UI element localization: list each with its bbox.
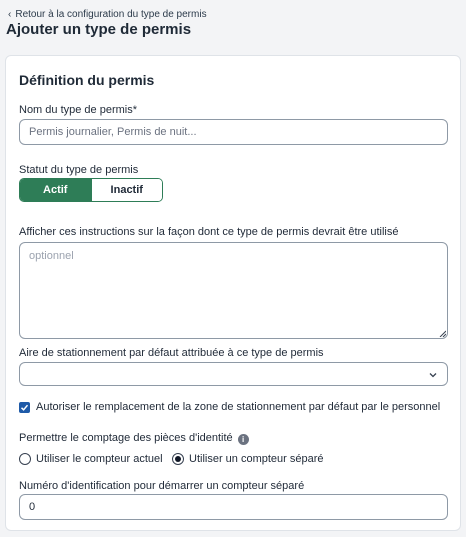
chevron-down-icon	[429, 373, 437, 378]
radio-selected-dot	[175, 456, 181, 462]
permit-name-input[interactable]	[19, 119, 448, 145]
info-icon[interactable]: i	[237, 434, 249, 445]
radio-current-counter-label: Utiliser le compteur actuel	[36, 453, 163, 465]
id-counting-label-row: Permettre le comptage des pièces d'ident…	[19, 432, 249, 445]
permit-definition-card: Définition du permis Nom du type de perm…	[5, 55, 461, 531]
status-active-button[interactable]: Actif	[20, 179, 91, 201]
radio-separate-counter-label: Utiliser un compteur séparé	[189, 453, 324, 465]
instructions-label: Afficher ces instructions sur la façon d…	[19, 226, 399, 238]
status-inactive-button[interactable]: Inactif	[90, 179, 162, 201]
page-title: Ajouter un type de permis	[6, 21, 192, 38]
back-link[interactable]: ‹ Retour à la configuration du type de p…	[8, 9, 207, 20]
radio-separate-counter[interactable]: Utiliser un compteur séparé	[172, 453, 324, 465]
status-label: Statut du type de permis	[19, 164, 139, 176]
start-number-label: Numéro d'identification pour démarrer un…	[19, 480, 305, 492]
radio-current-counter-circle[interactable]	[19, 453, 31, 465]
default-area-select[interactable]	[19, 362, 448, 386]
default-area-label: Aire de stationnement par défaut attribu…	[19, 347, 324, 359]
id-counting-label: Permettre le comptage des pièces d'ident…	[19, 432, 233, 444]
instructions-textarea[interactable]	[19, 242, 448, 339]
chevron-left-icon: ‹	[8, 8, 12, 20]
card-title: Définition du permis	[19, 72, 155, 88]
radio-current-counter[interactable]: Utiliser le compteur actuel	[19, 453, 163, 465]
radio-separate-counter-circle[interactable]	[172, 453, 184, 465]
status-toggle: Actif Inactif	[19, 178, 163, 202]
allow-override-row: Autoriser le remplacement de la zone de …	[19, 401, 440, 413]
start-number-input[interactable]	[19, 494, 448, 520]
back-link-label: Retour à la configuration du type de per…	[15, 9, 207, 20]
allow-override-label: Autoriser le remplacement de la zone de …	[36, 401, 441, 413]
allow-override-checkbox[interactable]	[19, 401, 30, 413]
permit-name-label: Nom du type de permis*	[19, 104, 137, 116]
check-icon	[20, 404, 29, 411]
